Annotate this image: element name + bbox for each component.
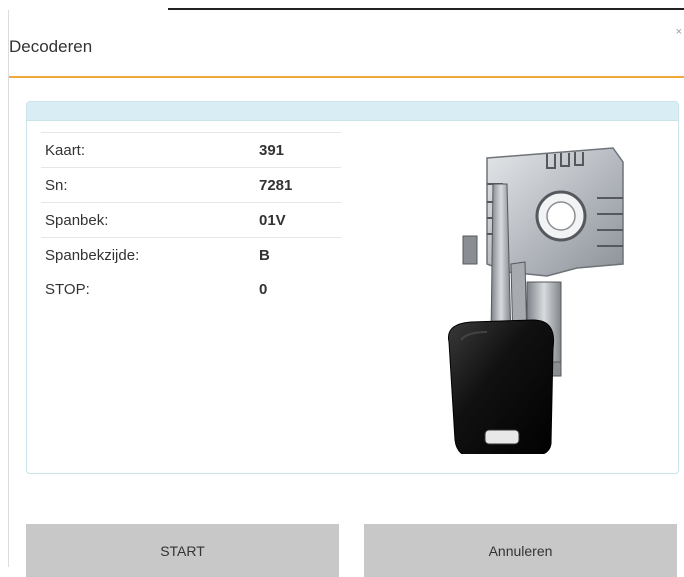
info-value: 391 [259, 141, 285, 159]
info-label: STOP: [45, 280, 90, 298]
title-divider [9, 76, 684, 78]
info-value: 0 [259, 280, 268, 298]
info-row-sn: Sn: 7281 [41, 167, 341, 203]
info-label: Sn: [45, 176, 68, 194]
info-label: Spanbekzijde: [45, 246, 140, 264]
dialog-title: Decoderen [9, 37, 93, 56]
decode-dialog: Decoderen × Kaart: 391 Sn: 7281 Spanbek:… [9, 10, 684, 577]
cancel-button[interactable]: Annuleren [364, 524, 677, 577]
background-window-left-edge [0, 10, 9, 567]
info-row-kaart: Kaart: 391 [41, 132, 341, 168]
close-icon[interactable]: × [676, 26, 682, 38]
info-value: B [259, 246, 270, 264]
key-shaft [490, 183, 512, 341]
key-in-clamp-illustration [447, 147, 624, 454]
decode-info-table: Kaart: 391 Sn: 7281 Spanbek: 01V Spanbek… [41, 132, 341, 306]
info-row-spanbek: Spanbek: 01V [41, 202, 341, 238]
info-row-stop: STOP: 0 [41, 272, 341, 306]
info-value: 7281 [259, 176, 293, 194]
info-label: Spanbek: [45, 211, 109, 229]
info-row-spanbekzijde: Spanbekzijde: B [41, 237, 341, 273]
info-value: 01V [259, 211, 286, 229]
info-label: Kaart: [45, 141, 86, 159]
start-button[interactable]: START [26, 524, 339, 577]
background-window-strip [0, 0, 684, 10]
panel-header [27, 102, 678, 121]
decode-panel: Kaart: 391 Sn: 7281 Spanbek: 01V Spanbek… [26, 101, 679, 474]
